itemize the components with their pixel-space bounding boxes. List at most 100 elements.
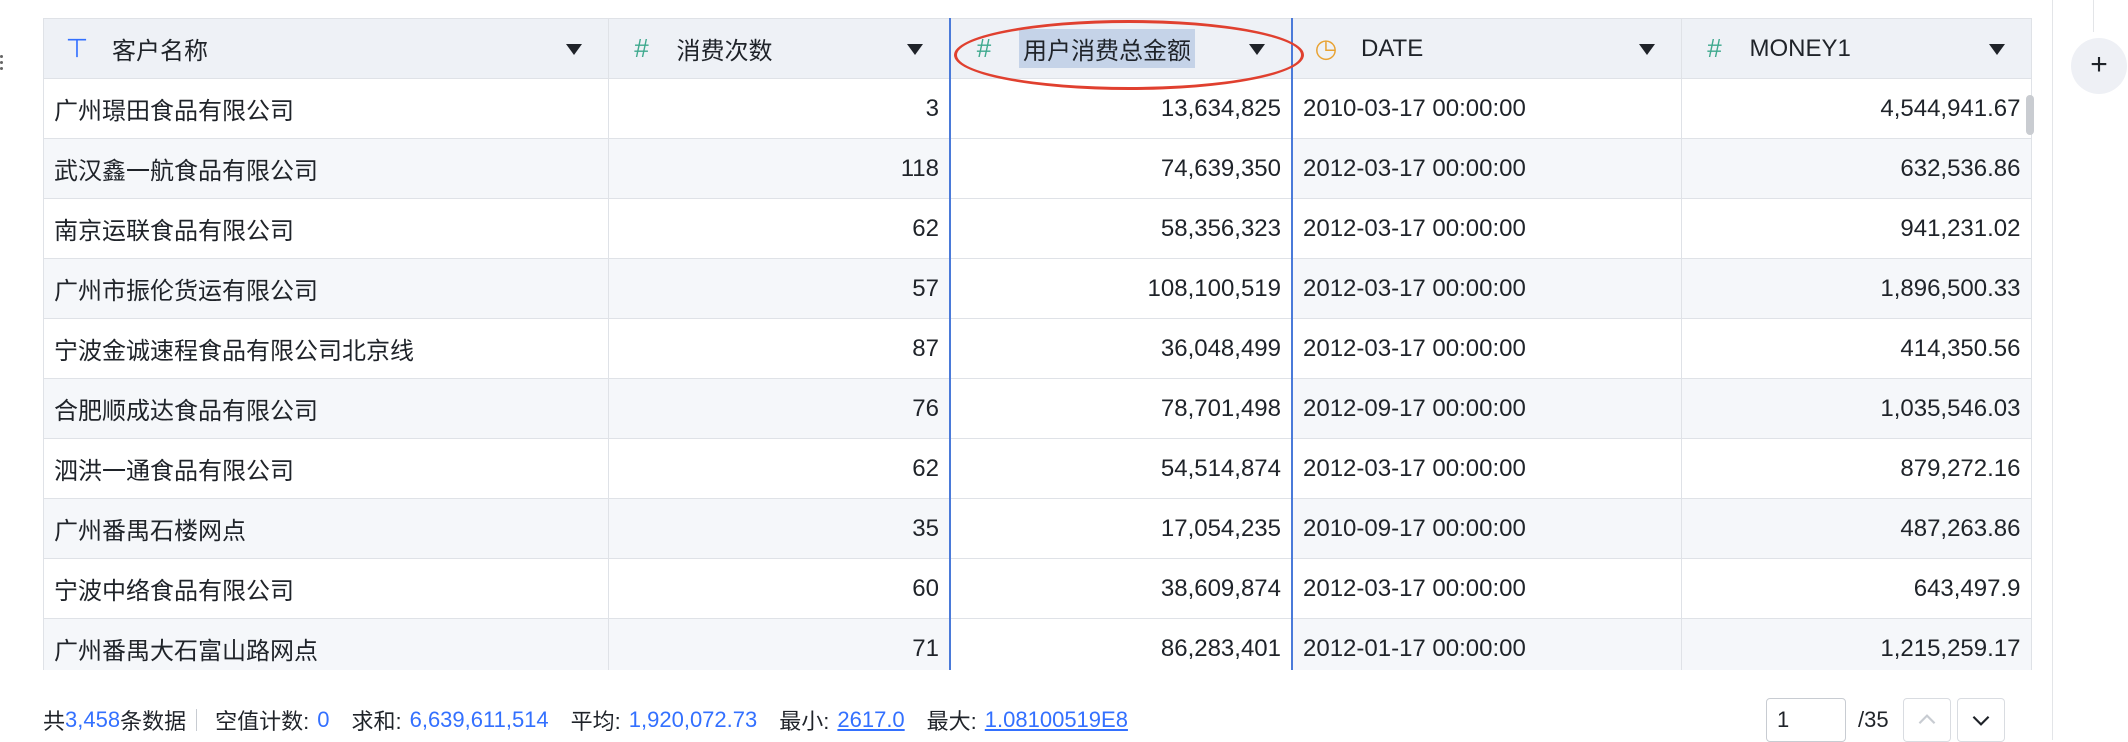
cell-date[interactable]: 2012-03-17 00:00:00 (1292, 138, 1682, 199)
column-header-customer-name[interactable]: ⊤ 客户名称 (44, 18, 609, 79)
cell-consume-count[interactable]: 35 (608, 498, 951, 559)
add-column-button[interactable]: + (2071, 38, 2127, 94)
cell-money1[interactable]: 643,497.9 (1681, 558, 2032, 619)
cell-total-amount[interactable]: 78,701,498 (949, 378, 1293, 439)
cell-total-amount[interactable]: 54,514,874 (949, 438, 1293, 499)
cell-consume-count[interactable]: 62 (608, 438, 951, 499)
cell-date[interactable]: 2012-03-17 00:00:00 (1292, 558, 1682, 619)
cell-customer-name[interactable]: 宁波中络食品有限公司 (44, 558, 609, 619)
null-count-value: 0 (317, 707, 330, 732)
table-header-row: ⊤ 客户名称 # 消费次数 # 用户消费总金额 ◷ DATE # MONEY1 (44, 18, 2032, 79)
status-bar: 共 3,458 条数据 空值计数: 0 求和: 6,639,611,514 平均… (43, 700, 1128, 740)
prev-page-button[interactable] (1902, 698, 1951, 742)
cell-consume-count[interactable]: 3 (608, 78, 951, 139)
column-header-date[interactable]: ◷ DATE (1292, 18, 1682, 79)
cell-customer-name[interactable]: 广州番禺石楼网点 (44, 498, 609, 559)
cell-total-amount[interactable]: 38,609,874 (949, 558, 1293, 619)
cell-customer-name[interactable]: 南京运联食品有限公司 (44, 198, 609, 259)
table-row[interactable]: 广州番禺大石富山路网点 71 86,283,401 2012-01-17 00:… (44, 618, 2032, 670)
date-type-icon: ◷ (1314, 33, 1338, 63)
total-prefix: 共 (43, 709, 66, 734)
avg-value: 1,920,072.73 (628, 707, 758, 732)
avg-label: 平均: (570, 709, 621, 734)
table-row[interactable]: 宁波金诚速程食品有限公司北京线 87 36,048,499 2012-03-17… (44, 318, 2032, 379)
chevron-down-icon[interactable] (565, 43, 582, 55)
chevron-down-icon[interactable] (1249, 43, 1265, 55)
vertical-scrollbar-thumb[interactable] (2026, 95, 2034, 135)
page-total: /35 (1858, 707, 1889, 732)
cell-total-amount[interactable]: 108,100,519 (949, 258, 1293, 319)
data-grid: ⊤ 客户名称 # 消费次数 # 用户消费总金额 ◷ DATE # MONEY1 … (43, 18, 2035, 670)
cell-date[interactable]: 2010-09-17 00:00:00 (1292, 498, 1682, 559)
table-row[interactable]: 合肥顺成达食品有限公司 76 78,701,498 2012-09-17 00:… (44, 378, 2032, 439)
column-header-consume-count[interactable]: # 消费次数 (608, 18, 951, 79)
sum-label: 求和: (351, 709, 402, 734)
chevron-up-icon (1918, 714, 1935, 725)
min-label: 最小: (779, 709, 830, 734)
cell-money1[interactable]: 414,350.56 (1681, 318, 2032, 379)
next-page-button[interactable] (1956, 698, 2005, 742)
cell-customer-name[interactable]: 广州番禺大石富山路网点 (44, 618, 609, 670)
cell-money1[interactable]: 1,215,259.17 (1681, 618, 2032, 670)
table-row[interactable]: 宁波中络食品有限公司 60 38,609,874 2012-03-17 00:0… (44, 558, 2032, 619)
column-header-money1[interactable]: # MONEY1 (1681, 18, 2032, 79)
cell-customer-name[interactable]: 宁波金诚速程食品有限公司北京线 (44, 318, 609, 379)
table-row[interactable]: 南京运联食品有限公司 62 58,356,323 2012-03-17 00:0… (44, 198, 2032, 259)
max-label: 最大: (926, 709, 977, 734)
cell-date[interactable]: 2012-03-17 00:00:00 (1292, 438, 1682, 499)
cell-money1[interactable]: 4,544,941.67 (1681, 78, 2032, 139)
drag-handle-icon[interactable] (0, 52, 4, 80)
cell-total-amount[interactable]: 13,634,825 (949, 78, 1293, 139)
page-number-input[interactable] (1766, 698, 1846, 742)
max-value-link[interactable]: 1.08100519E8 (985, 707, 1128, 733)
cell-customer-name[interactable]: 合肥顺成达食品有限公司 (44, 378, 609, 439)
cell-money1[interactable]: 1,896,500.33 (1681, 258, 2032, 319)
cell-customer-name[interactable]: 武汉鑫一航食品有限公司 (44, 138, 609, 199)
cell-customer-name[interactable]: 广州市振伦货运有限公司 (44, 258, 609, 319)
chevron-down-icon[interactable] (1638, 43, 1655, 55)
column-header-total-amount[interactable]: # 用户消费总金额 (949, 18, 1293, 79)
cell-consume-count[interactable]: 118 (608, 138, 951, 199)
cell-consume-count[interactable]: 76 (608, 378, 951, 439)
pagination: /35 (1766, 698, 2005, 742)
cell-money1[interactable]: 632,536.86 (1681, 138, 2032, 199)
table-row[interactable]: 泗洪一通食品有限公司 62 54,514,874 2012-03-17 00:0… (44, 438, 2032, 499)
cell-date[interactable]: 2012-09-17 00:00:00 (1292, 378, 1682, 439)
number-type-icon: # (634, 33, 649, 63)
cell-total-amount[interactable]: 74,639,350 (949, 138, 1293, 199)
chevron-down-icon[interactable] (1988, 43, 2005, 55)
column-header-label: 客户名称 (112, 38, 208, 65)
chevron-down-icon[interactable] (907, 43, 923, 55)
cell-date[interactable]: 2012-03-17 00:00:00 (1292, 318, 1682, 379)
cell-total-amount[interactable]: 58,356,323 (949, 198, 1293, 259)
cell-money1[interactable]: 1,035,546.03 (1681, 378, 2032, 439)
cell-consume-count[interactable]: 87 (608, 318, 951, 379)
cell-customer-name[interactable]: 广州璟田食品有限公司 (44, 78, 609, 139)
table-row[interactable]: 广州番禺石楼网点 35 17,054,235 2010-09-17 00:00:… (44, 498, 2032, 559)
cell-consume-count[interactable]: 60 (608, 558, 951, 619)
cell-customer-name[interactable]: 泗洪一通食品有限公司 (44, 438, 609, 499)
cell-date[interactable]: 2012-03-17 00:00:00 (1292, 258, 1682, 319)
text-type-icon: ⊤ (65, 33, 89, 63)
column-header-label: 用户消费总金额 (1019, 29, 1195, 68)
cell-date[interactable]: 2010-03-17 00:00:00 (1292, 78, 1682, 139)
min-value-link[interactable]: 2617.0 (837, 707, 904, 733)
sum-value: 6,639,611,514 (409, 707, 549, 732)
null-count-label: 空值计数: (215, 709, 310, 734)
cell-total-amount[interactable]: 86,283,401 (949, 618, 1293, 670)
panel-divider (2052, 0, 2053, 740)
cell-money1[interactable]: 487,263.86 (1681, 498, 2032, 559)
column-header-label: MONEY1 (1749, 34, 1851, 62)
cell-date[interactable]: 2012-03-17 00:00:00 (1292, 198, 1682, 259)
cell-consume-count[interactable]: 62 (608, 198, 951, 259)
cell-money1[interactable]: 941,231.02 (1681, 198, 2032, 259)
table-row[interactable]: 广州市振伦货运有限公司 57 108,100,519 2012-03-17 00… (44, 258, 2032, 319)
cell-money1[interactable]: 879,272.16 (1681, 438, 2032, 499)
table-row[interactable]: 武汉鑫一航食品有限公司 118 74,639,350 2012-03-17 00… (44, 138, 2032, 199)
cell-total-amount[interactable]: 17,054,235 (949, 498, 1293, 559)
cell-consume-count[interactable]: 71 (608, 618, 951, 670)
cell-total-amount[interactable]: 36,048,499 (949, 318, 1293, 379)
cell-date[interactable]: 2012-01-17 00:00:00 (1292, 618, 1682, 670)
cell-consume-count[interactable]: 57 (608, 258, 951, 319)
table-row[interactable]: 广州璟田食品有限公司 3 13,634,825 2010-03-17 00:00… (44, 78, 2032, 139)
